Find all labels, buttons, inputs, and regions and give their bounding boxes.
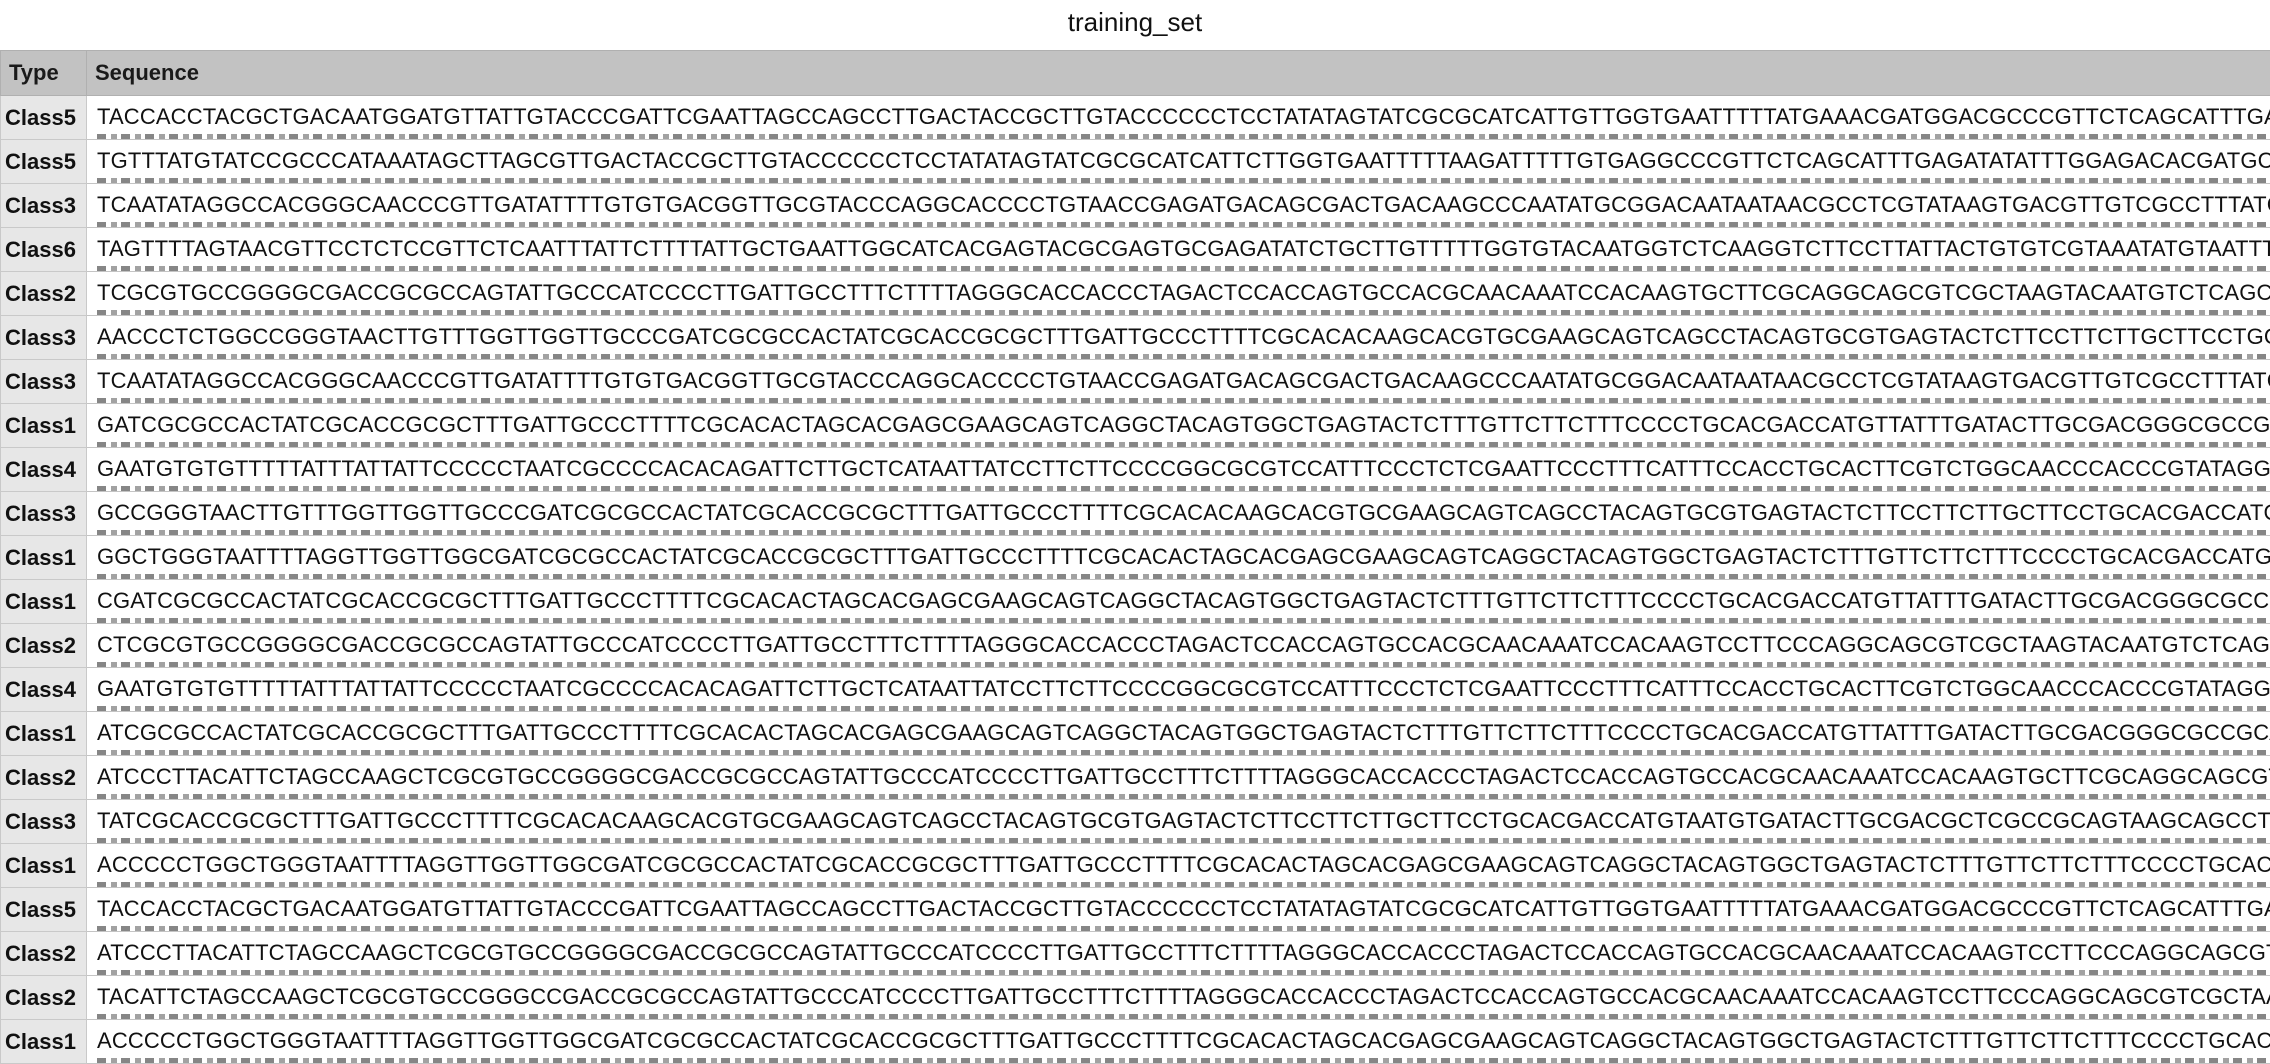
row-sequence-cell[interactable]: TCGCGTGCCGGGGCGACCGCGCCAGTATTGCCCATCCCCT… [86, 271, 2270, 316]
sequence-text: GGCTGGGTAATTTTAGGTTGGTTGGCGATCGCGCCACTAT… [97, 544, 2270, 569]
row-sequence-cell[interactable]: AACCCTCTGGCCGGGTAACTTGTTTGGTTGGTTGCCCGAT… [86, 315, 2270, 360]
data-grid[interactable]: Type Sequence Class5 TACCACCTACGCTGACAATG… [0, 50, 2270, 1064]
table-row[interactable]: Class2 TACATTCTAGCCAAGCTCGCGTGCCGGGCCGACC… [0, 975, 2270, 1020]
sequence-text: AACCCTCTGGCCGGGTAACTTGTTTGGTTGGTTGCCCGAT… [97, 324, 2270, 349]
row-type-cell[interactable]: Class2 [0, 623, 87, 668]
row-sequence-cell[interactable]: TCAATATAGGCCACGGGCAACCCGTTGATATTTTGTGTGA… [86, 359, 2270, 404]
row-type-cell[interactable]: Class5 [0, 139, 87, 184]
row-type-cell[interactable]: Class3 [0, 315, 87, 360]
row-type-cell[interactable]: Class2 [0, 931, 87, 976]
row-type-cell[interactable]: Class5 [0, 887, 87, 932]
table-row[interactable]: Class3 AACCCTCTGGCCGGGTAACTTGTTTGGTTGGTTG… [0, 315, 2270, 360]
sequence-text: TACCACCTACGCTGACAATGGATGTTATTGTACCCGATTC… [97, 104, 2270, 129]
sequence-text: CGATCGCGCCACTATCGCACCGCGCTTTGATTGCCCTTTT… [97, 588, 2270, 613]
row-type-cell[interactable]: Class2 [0, 271, 87, 316]
sequence-text: ATCGCGCCACTATCGCACCGCGCTTTGATTGCCCTTTTCG… [97, 720, 2270, 745]
table-row[interactable]: Class5 TACCACCTACGCTGACAATGGATGTTATTGTACC… [0, 95, 2270, 140]
sequence-text: TATCGCACCGCGCTTTGATTGCCCTTTTCGCACACAAGCA… [97, 808, 2270, 833]
table-row[interactable]: Class4 GAATGTGTGTTTTTATTTATTATTCCCCCTAATC… [0, 667, 2270, 712]
row-type-cell[interactable]: Class1 [0, 535, 87, 580]
row-sequence-cell[interactable]: GAATGTGTGTTTTTATTTATTATTCCCCCTAATCGCCCCA… [86, 447, 2270, 492]
column-header-type[interactable]: Type [0, 50, 87, 96]
sequence-text: TCAATATAGGCCACGGGCAACCCGTTGATATTTTGTGTGA… [97, 192, 2270, 217]
table-row[interactable]: Class1 ACCCCCTGGCTGGGTAATTTTAGGTTGGTTGGCG… [0, 843, 2270, 888]
sequence-text: GAATGTGTGTTTTTATTTATTATTCCCCCTAATCGCCCCA… [97, 676, 2270, 701]
row-sequence-cell[interactable]: ACCCCCTGGCTGGGTAATTTTAGGTTGGTTGGCGATCGCG… [86, 843, 2270, 888]
sequence-text: TCGCGTGCCGGGGCGACCGCGCCAGTATTGCCCATCCCCT… [97, 280, 2270, 305]
row-type-cell[interactable]: Class1 [0, 403, 87, 448]
row-type-cell[interactable]: Class3 [0, 359, 87, 404]
sequence-text: CTCGCGTGCCGGGGCGACCGCGCCAGTATTGCCCATCCCC… [97, 632, 2270, 657]
sequence-text: TACCACCTACGCTGACAATGGATGTTATTGTACCCGATTC… [97, 896, 2270, 921]
sequence-text: GCCGGGTAACTTGTTTGGTTGGTTGCCCGATCGCGCCACT… [97, 500, 2270, 525]
training-set-table: Type Sequence Class5 TACCACCTACGCTGACAATG… [0, 50, 2270, 1064]
column-header-sequence[interactable]: Sequence [86, 50, 2270, 96]
row-sequence-cell[interactable]: TACCACCTACGCTGACAATGGATGTTATTGTACCCGATTC… [86, 887, 2270, 932]
table-row[interactable]: Class5 TACCACCTACGCTGACAATGGATGTTATTGTACC… [0, 887, 2270, 932]
row-sequence-cell[interactable]: TACATTCTAGCCAAGCTCGCGTGCCGGGCCGACCGCGCCA… [86, 975, 2270, 1020]
row-type-cell[interactable]: Class3 [0, 799, 87, 844]
row-type-cell[interactable]: Class5 [0, 95, 87, 140]
table-row[interactable]: Class3 GCCGGGTAACTTGTTTGGTTGGTTGCCCGATCGC… [0, 491, 2270, 536]
table-row[interactable]: Class1 GGCTGGGTAATTTTAGGTTGGTTGGCGATCGCGC… [0, 535, 2270, 580]
table-row[interactable]: Class1 GATCGCGCCACTATCGCACCGCGCTTTGATTGCC… [0, 403, 2270, 448]
row-sequence-cell[interactable]: CGATCGCGCCACTATCGCACCGCGCTTTGATTGCCCTTTT… [86, 579, 2270, 624]
sequence-text: GAATGTGTGTTTTTATTTATTATTCCCCCTAATCGCCCCA… [97, 456, 2270, 481]
table-row[interactable]: Class2 ATCCCTTACATTCTAGCCAAGCTCGCGTGCCGGG… [0, 755, 2270, 800]
table-row[interactable]: Class3 TATCGCACCGCGCTTTGATTGCCCTTTTCGCACA… [0, 799, 2270, 844]
sequence-text: ACCCCCTGGCTGGGTAATTTTAGGTTGGTTGGCGATCGCG… [97, 1028, 2270, 1053]
table-row[interactable]: Class3 TCAATATAGGCCACGGGCAACCCGTTGATATTTT… [0, 183, 2270, 228]
row-type-cell[interactable]: Class1 [0, 579, 87, 624]
table-row[interactable]: Class2 ATCCCTTACATTCTAGCCAAGCTCGCGTGCCGGG… [0, 931, 2270, 976]
row-sequence-cell[interactable]: TGTTTATGTATCCGCCCATAAATAGCTTAGCGTTGACTAC… [86, 139, 2270, 184]
row-sequence-cell[interactable]: TCAATATAGGCCACGGGCAACCCGTTGATATTTTGTGTGA… [86, 183, 2270, 228]
row-type-cell[interactable]: Class4 [0, 447, 87, 492]
sequence-text: TACATTCTAGCCAAGCTCGCGTGCCGGGCCGACCGCGCCA… [97, 984, 2270, 1009]
row-type-cell[interactable]: Class2 [0, 975, 87, 1020]
table-row[interactable]: Class2 CTCGCGTGCCGGGGCGACCGCGCCAGTATTGCCC… [0, 623, 2270, 668]
row-sequence-cell[interactable]: GGCTGGGTAATTTTAGGTTGGTTGGCGATCGCGCCACTAT… [86, 535, 2270, 580]
table-row[interactable]: Class1 ATCGCGCCACTATCGCACCGCGCTTTGATTGCCC… [0, 711, 2270, 756]
row-sequence-cell[interactable]: CTCGCGTGCCGGGGCGACCGCGCCAGTATTGCCCATCCCC… [86, 623, 2270, 668]
header-row: Type Sequence [0, 50, 2270, 96]
row-type-cell[interactable]: Class1 [0, 711, 87, 756]
table-row[interactable]: Class4 GAATGTGTGTTTTTATTTATTATTCCCCCTAATC… [0, 447, 2270, 492]
row-sequence-cell[interactable]: TAGTTTTAGTAACGTTCCTCTCCGTTCTCAATTTATTCTT… [86, 227, 2270, 272]
sequence-text: ATCCCTTACATTCTAGCCAAGCTCGCGTGCCGGGGCGACC… [97, 940, 2270, 965]
table-row[interactable]: Class6 TAGTTTTAGTAACGTTCCTCTCCGTTCTCAATTT… [0, 227, 2270, 272]
sequence-text: ATCCCTTACATTCTAGCCAAGCTCGCGTGCCGGGGCGACC… [97, 764, 2270, 789]
row-sequence-cell[interactable]: GAATGTGTGTTTTTATTTATTATTCCCCCTAATCGCCCCA… [86, 667, 2270, 712]
row-sequence-cell[interactable]: TATCGCACCGCGCTTTGATTGCCCTTTTCGCACACAAGCA… [86, 799, 2270, 844]
window-title: training_set [1067, 7, 1203, 37]
table-row[interactable]: Class3 TCAATATAGGCCACGGGCAACCCGTTGATATTTT… [0, 359, 2270, 404]
row-type-cell[interactable]: Class2 [0, 755, 87, 800]
table-row[interactable]: Class2 TCGCGTGCCGGGGCGACCGCGCCAGTATTGCCCA… [0, 271, 2270, 316]
table-body: Class5 TACCACCTACGCTGACAATGGATGTTATTGTACC… [0, 95, 2270, 1064]
table-row[interactable]: Class1 CGATCGCGCCACTATCGCACCGCGCTTTGATTGC… [0, 579, 2270, 624]
row-sequence-cell[interactable]: ATCCCTTACATTCTAGCCAAGCTCGCGTGCCGGGGCGACC… [86, 755, 2270, 800]
row-type-cell[interactable]: Class1 [0, 843, 87, 888]
sequence-text: ACCCCCTGGCTGGGTAATTTTAGGTTGGTTGGCGATCGCG… [97, 852, 2270, 877]
table-row[interactable]: Class5 TGTTTATGTATCCGCCCATAAATAGCTTAGCGTT… [0, 139, 2270, 184]
row-sequence-cell[interactable]: TACCACCTACGCTGACAATGGATGTTATTGTACCCGATTC… [86, 95, 2270, 140]
sequence-text: TCAATATAGGCCACGGGCAACCCGTTGATATTTTGTGTGA… [97, 368, 2270, 393]
row-sequence-cell[interactable]: ATCCCTTACATTCTAGCCAAGCTCGCGTGCCGGGGCGACC… [86, 931, 2270, 976]
table-row[interactable]: Class1 ACCCCCTGGCTGGGTAATTTTAGGTTGGTTGGCG… [0, 1019, 2270, 1064]
sequence-text: GATCGCGCCACTATCGCACCGCGCTTTGATTGCCCTTTTC… [97, 412, 2270, 437]
row-sequence-cell[interactable]: ACCCCCTGGCTGGGTAATTTTAGGTTGGTTGGCGATCGCG… [86, 1019, 2270, 1064]
row-type-cell[interactable]: Class1 [0, 1019, 87, 1064]
row-type-cell[interactable]: Class3 [0, 183, 87, 228]
row-type-cell[interactable]: Class6 [0, 227, 87, 272]
row-sequence-cell[interactable]: GCCGGGTAACTTGTTTGGTTGGTTGCCCGATCGCGCCACT… [86, 491, 2270, 536]
row-sequence-cell[interactable]: GATCGCGCCACTATCGCACCGCGCTTTGATTGCCCTTTTC… [86, 403, 2270, 448]
row-type-cell[interactable]: Class3 [0, 491, 87, 536]
sequence-text: TAGTTTTAGTAACGTTCCTCTCCGTTCTCAATTTATTCTT… [97, 236, 2270, 261]
row-sequence-cell[interactable]: ATCGCGCCACTATCGCACCGCGCTTTGATTGCCCTTTTCG… [86, 711, 2270, 756]
row-type-cell[interactable]: Class4 [0, 667, 87, 712]
sequence-text: TGTTTATGTATCCGCCCATAAATAGCTTAGCGTTGACTAC… [97, 148, 2270, 173]
